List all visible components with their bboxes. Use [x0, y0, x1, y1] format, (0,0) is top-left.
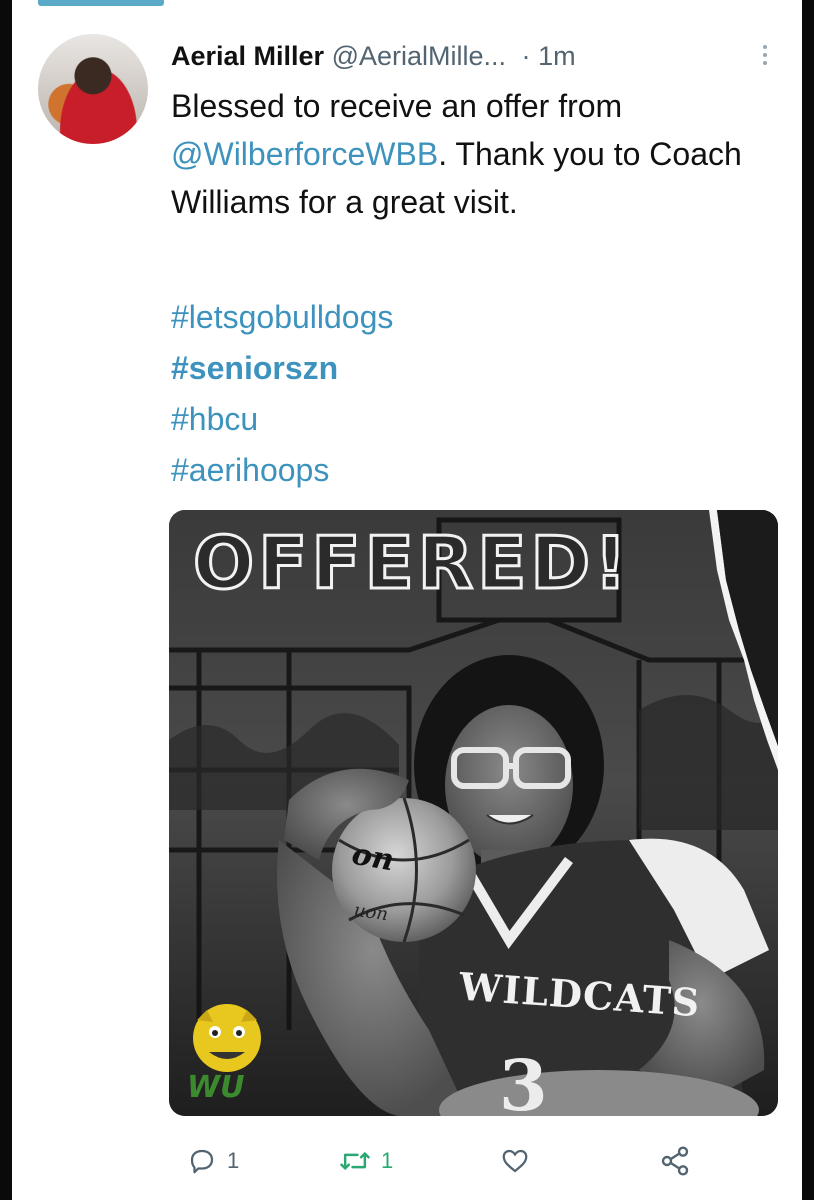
share-icon [661, 1146, 689, 1176]
hashtag-link[interactable]: #seniorszn [171, 343, 771, 394]
hashtag-link[interactable]: #aerihoops [171, 445, 771, 496]
author-handle[interactable]: @AerialMille... [332, 41, 506, 71]
wu-logo-text: WU [187, 1070, 245, 1105]
retweet-count: 1 [381, 1148, 394, 1173]
mention-link[interactable]: @WilberforceWBB [171, 136, 438, 172]
tab-indicator [38, 0, 164, 6]
hashtag-link[interactable]: #hbcu [171, 394, 771, 445]
heart-icon [502, 1149, 528, 1173]
reply-icon [190, 1149, 214, 1174]
tweet-card: Aerial Miller @AerialMille... · 1m Bless… [12, 0, 802, 1200]
hashtag-list: #letsgobulldogs #seniorszn #hbcu #aeriho… [171, 292, 771, 496]
svg-text:3: 3 [499, 1044, 548, 1116]
reply-count: 1 [227, 1148, 240, 1173]
tweet-header: Aerial Miller @AerialMille... · 1m [171, 36, 791, 76]
reply-button[interactable]: 1 [187, 1136, 239, 1186]
retweet-button[interactable]: 1 [339, 1136, 393, 1186]
more-options-icon[interactable] [757, 38, 773, 72]
tweet-text: Blessed to receive an offer from @Wilber… [171, 82, 771, 226]
offered-headline: OFFERED! [192, 520, 631, 607]
like-button[interactable] [499, 1136, 531, 1186]
author-name[interactable]: Aerial Miller [171, 41, 324, 71]
ball-brand-text: on [349, 836, 397, 879]
share-button[interactable] [659, 1136, 691, 1186]
hashtag-link[interactable]: #letsgobulldogs [171, 292, 771, 343]
header-separator: · [521, 41, 531, 71]
avatar[interactable] [38, 34, 148, 144]
tweet-timestamp[interactable]: 1m [538, 41, 576, 71]
retweet-icon [340, 1152, 370, 1170]
tweet-actions: 1 1 [169, 1136, 709, 1186]
tweet-text-part1: Blessed to receive an offer from [171, 88, 623, 124]
tweet-media-image[interactable]: 3 OFFERED! on uon WILDCATS WU [169, 510, 778, 1116]
ball-brand-small-text: uon [352, 899, 390, 926]
